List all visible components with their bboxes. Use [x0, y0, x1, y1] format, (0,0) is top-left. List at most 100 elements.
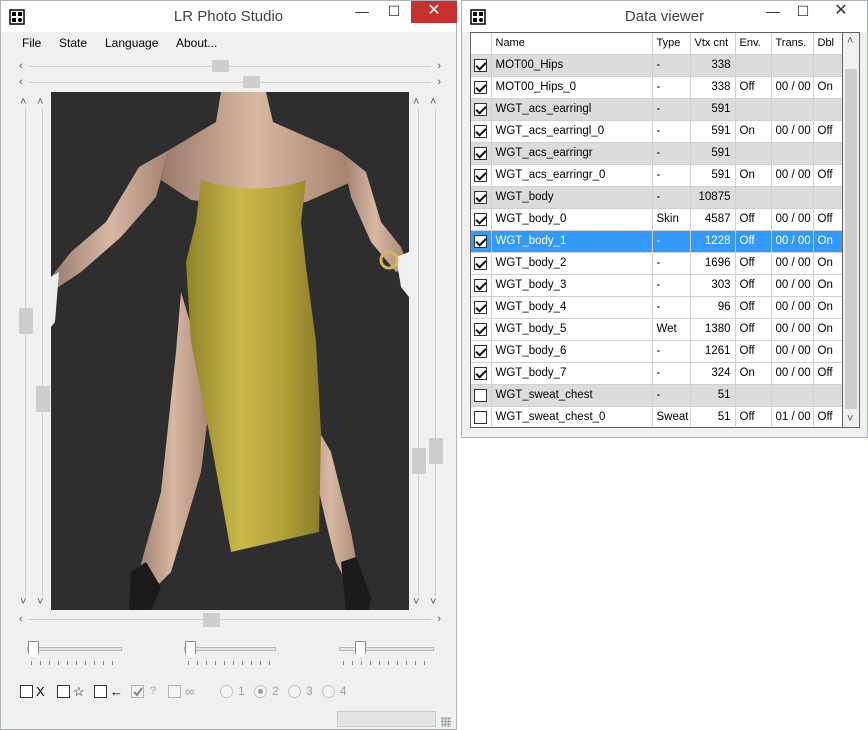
table-row[interactable]: WGT_body_6-1261 Off 00 / 00 On	[471, 340, 842, 363]
row-checkbox[interactable]	[474, 80, 487, 94]
radio-3[interactable]	[288, 685, 301, 698]
table-row[interactable]: WGT_body_5 Wet 1380 Off 00 / 00 On	[471, 318, 842, 341]
scroll-thumb[interactable]	[429, 438, 443, 464]
horizontal-scrollbar-top[interactable]: ‹ ›	[19, 60, 441, 72]
chevron-up-icon[interactable]: ˄	[413, 96, 419, 108]
chevron-right-icon[interactable]: ›	[437, 60, 441, 72]
scroll-thumb[interactable]	[203, 613, 220, 627]
row-checkbox[interactable]	[474, 234, 487, 248]
row-checkbox[interactable]	[474, 300, 487, 314]
checkbox-star[interactable]	[57, 685, 70, 698]
slider-2[interactable]	[184, 641, 276, 667]
table-row[interactable]: WGT_sweat_chest_0 Sweat 51 Off 01 / 00 Off	[471, 406, 842, 427]
row-checkbox[interactable]	[474, 344, 487, 358]
column-header-vtx[interactable]: Vtx cnt	[690, 33, 736, 55]
column-header-name[interactable]: Name	[491, 33, 653, 55]
column-header-check[interactable]	[471, 33, 492, 55]
scroll-thumb[interactable]	[212, 60, 229, 72]
chevron-left-icon[interactable]: ‹	[19, 613, 23, 625]
scroll-thumb[interactable]	[243, 76, 260, 88]
menu-about[interactable]: About...	[176, 36, 217, 50]
chevron-left-icon[interactable]: ‹	[19, 76, 23, 88]
checkbox-loop[interactable]	[168, 685, 181, 698]
checkbox-arrow[interactable]	[94, 685, 107, 698]
table-row[interactable]: MOT00_Hips_0-338 Off 00 / 00 On	[471, 76, 842, 99]
slider-knob[interactable]	[28, 641, 39, 659]
checkbox-help[interactable]	[131, 685, 144, 698]
scroll-thumb[interactable]	[412, 448, 426, 474]
chevron-down-icon[interactable]: ˅	[847, 413, 853, 425]
chevron-up-icon[interactable]: ˄	[847, 35, 853, 47]
row-checkbox[interactable]	[474, 102, 487, 116]
row-checkbox[interactable]	[474, 278, 487, 292]
resize-grip-icon[interactable]	[441, 717, 451, 727]
minimize-button[interactable]: —	[758, 1, 788, 23]
table-row[interactable]: WGT_body_3-303 Off 00 / 00 On	[471, 274, 842, 297]
maximize-button[interactable]: ☐	[379, 1, 409, 23]
table-row[interactable]: WGT_acs_earringl_0-591 On 00 / 00 Off	[471, 120, 842, 143]
minimize-button[interactable]: —	[347, 1, 377, 23]
menu-state[interactable]: State	[59, 36, 87, 50]
slider-3[interactable]	[339, 641, 434, 667]
table-row[interactable]: WGT_body_1-1228 Off 00 / 00 On	[471, 230, 842, 253]
table-row[interactable]: WGT_body_2-1696 Off 00 / 00 On	[471, 252, 842, 275]
column-header-env[interactable]: Env.	[735, 33, 772, 55]
scroll-thumb[interactable]	[36, 386, 50, 412]
maximize-button[interactable]: ☐	[788, 1, 818, 23]
close-button[interactable]: ✕	[818, 1, 864, 23]
chevron-up-icon[interactable]: ˄	[430, 96, 436, 108]
row-checkbox[interactable]	[474, 168, 487, 182]
slider-knob[interactable]	[355, 641, 366, 659]
chevron-right-icon[interactable]: ›	[437, 76, 441, 88]
table-row[interactable]: MOT00_Hips -338	[471, 54, 842, 77]
menu-language[interactable]: Language	[105, 36, 158, 50]
chevron-down-icon[interactable]: ˅	[20, 596, 26, 608]
vertical-scrollbar-left-inner[interactable]: ˄ ˅	[36, 96, 50, 608]
table-row[interactable]: WGT_acs_earringr -591	[471, 142, 842, 165]
radio-1[interactable]	[220, 685, 233, 698]
chevron-left-icon[interactable]: ‹	[19, 60, 23, 72]
slider-1[interactable]	[27, 641, 122, 667]
column-header-type[interactable]: Type	[652, 33, 691, 55]
scroll-thumb[interactable]	[19, 308, 33, 334]
column-header-trans[interactable]: Trans.	[771, 33, 814, 55]
vertical-scrollbar-right-inner[interactable]: ˄ ˅	[412, 96, 426, 608]
table-row[interactable]: WGT_body_7-324 On 00 / 00 Off	[471, 362, 842, 385]
radio-2[interactable]	[254, 685, 267, 698]
row-checkbox[interactable]	[474, 366, 487, 380]
row-checkbox[interactable]	[474, 212, 487, 226]
model-viewport[interactable]	[51, 92, 409, 610]
chevron-right-icon[interactable]: ›	[437, 613, 441, 625]
chevron-down-icon[interactable]: ˅	[37, 596, 43, 608]
horizontal-scrollbar-bottom[interactable]: ‹ ›	[19, 613, 441, 627]
table-row[interactable]: WGT_acs_earringl -591	[471, 98, 842, 121]
row-checkbox[interactable]	[474, 124, 487, 138]
data-viewer-titlebar[interactable]: Data viewer — ☐ ✕	[462, 1, 867, 32]
table-row[interactable]: WGT_body_4-96 Off 00 / 00 On	[471, 296, 842, 319]
table-row[interactable]: WGT_sweat_chest -51	[471, 384, 842, 407]
column-header-dbl[interactable]: Dbl	[813, 33, 842, 55]
vertical-scrollbar-left-outer[interactable]: ˄ ˅	[19, 96, 33, 608]
row-checkbox[interactable]	[474, 256, 487, 270]
chevron-down-icon[interactable]: ˅	[413, 596, 419, 608]
scroll-thumb[interactable]	[845, 69, 857, 409]
data-grid[interactable]: Name Type Vtx cnt Env. Trans. Dbl MOT00_…	[470, 32, 843, 428]
table-row[interactable]: WGT_body_0 Skin 4587 Off 00 / 00 Off	[471, 208, 842, 231]
row-checkbox[interactable]	[474, 388, 487, 402]
checkbox-x[interactable]	[20, 685, 33, 698]
data-grid-scrollbar[interactable]: ˄ ˅	[843, 32, 860, 428]
menu-file[interactable]: File	[22, 36, 41, 50]
slider-knob[interactable]	[185, 641, 196, 659]
row-checkbox[interactable]	[474, 410, 487, 424]
table-row[interactable]: WGT_acs_earringr_0-591 On 00 / 00 Off	[471, 164, 842, 187]
main-titlebar[interactable]: LR Photo Studio — ☐ ✕	[1, 1, 457, 32]
radio-4[interactable]	[322, 685, 335, 698]
table-row[interactable]: WGT_body -10875	[471, 186, 842, 209]
chevron-down-icon[interactable]: ˅	[430, 596, 436, 608]
horizontal-scrollbar-second[interactable]: ‹ ›	[19, 76, 441, 88]
row-checkbox[interactable]	[474, 190, 487, 204]
row-checkbox[interactable]	[474, 58, 487, 72]
row-checkbox[interactable]	[474, 146, 487, 160]
chevron-up-icon[interactable]: ˄	[20, 96, 26, 108]
row-checkbox[interactable]	[474, 322, 487, 336]
